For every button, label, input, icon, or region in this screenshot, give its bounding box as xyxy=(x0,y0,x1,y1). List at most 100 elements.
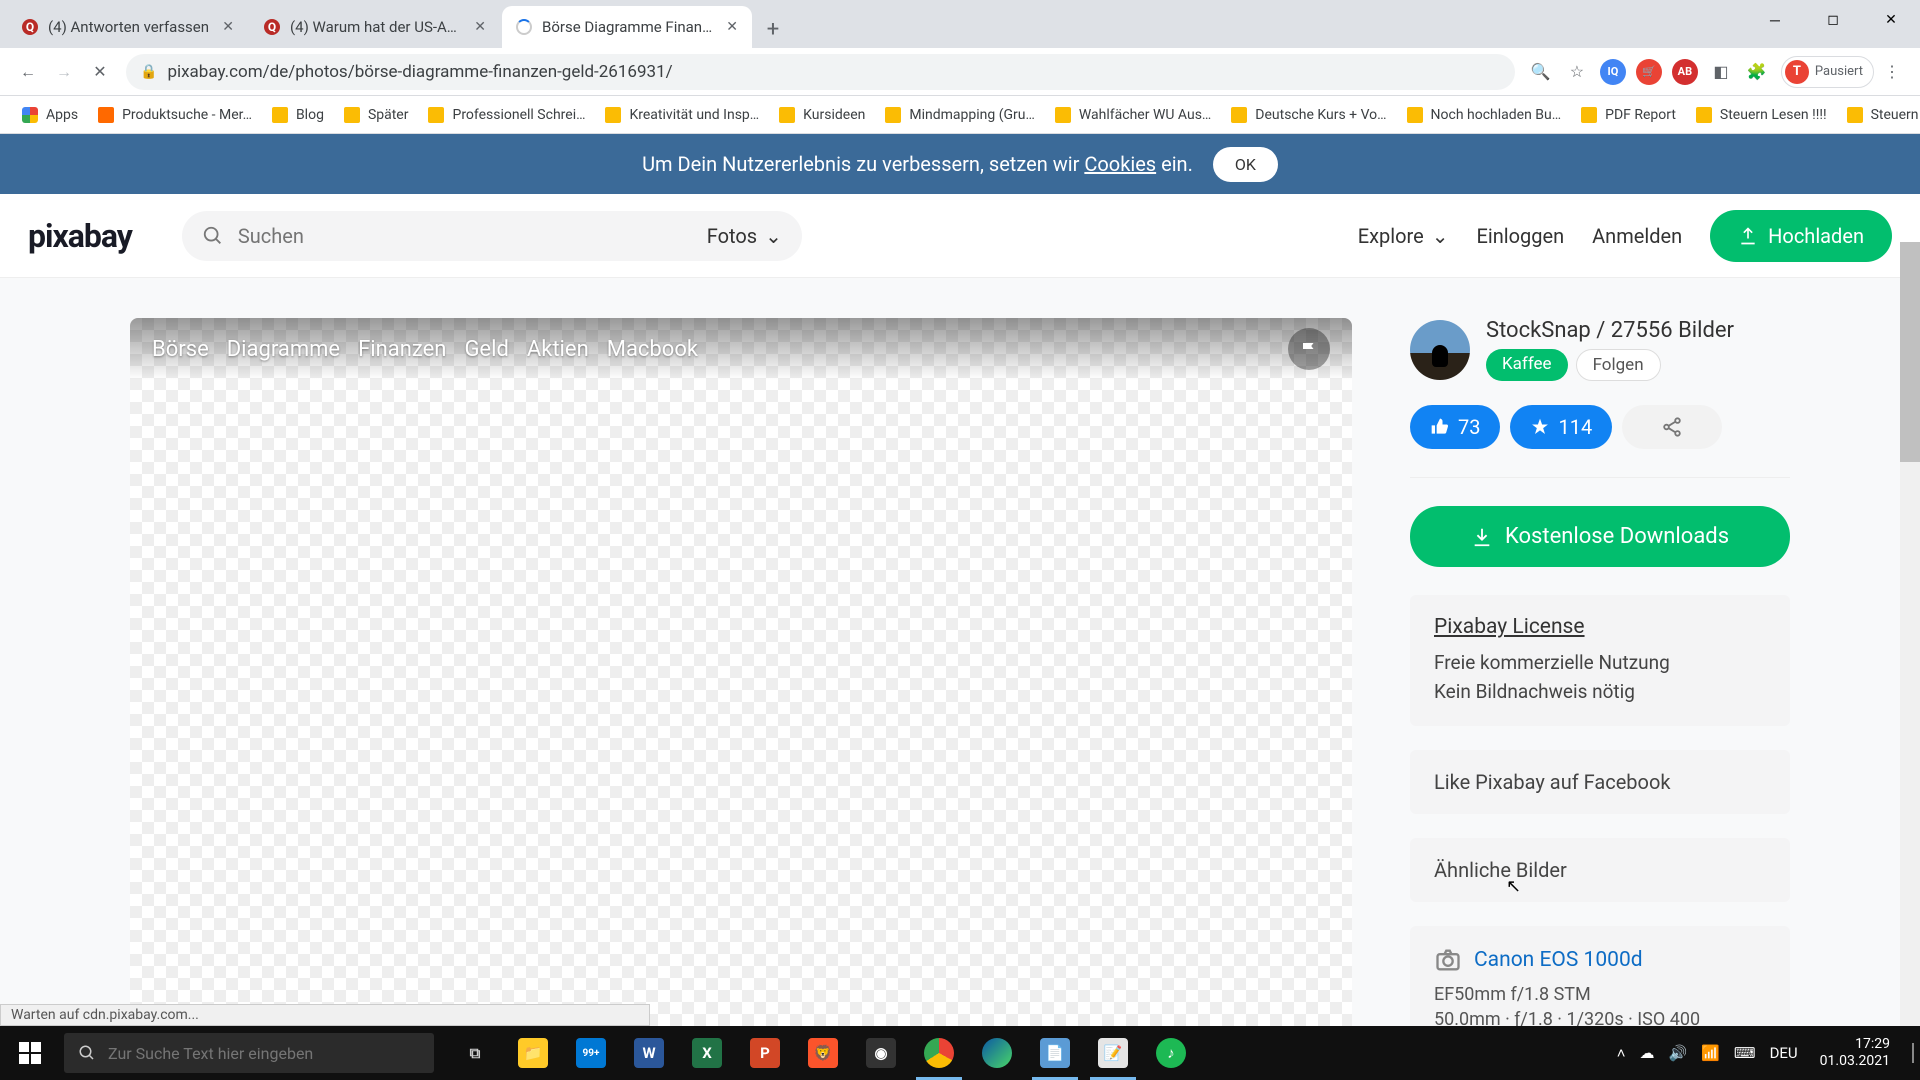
notepad-app[interactable]: 📝 xyxy=(1084,1026,1142,1080)
image-tag[interactable]: Macbook xyxy=(607,337,698,362)
apps-button[interactable]: Apps xyxy=(12,107,88,123)
bookmark-item[interactable]: Blog xyxy=(262,107,334,123)
explore-dropdown[interactable]: Explore⌄ xyxy=(1358,224,1449,248)
forward-button[interactable]: → xyxy=(46,54,82,90)
extensions-puzzle-icon[interactable]: 🧩 xyxy=(1739,54,1775,90)
keyboard-icon[interactable]: ⌨ xyxy=(1734,1044,1756,1062)
search-bar[interactable]: Fotos ⌄ xyxy=(182,211,802,261)
bookmark-item[interactable]: Wahlfächer WU Aus… xyxy=(1045,107,1221,123)
vertical-scrollbar[interactable] xyxy=(1900,242,1920,1026)
url-text: pixabay.com/de/photos/börse-diagramme-fi… xyxy=(167,62,672,82)
license-link[interactable]: Pixabay License xyxy=(1434,615,1766,639)
download-button[interactable]: Kostenlose Downloads xyxy=(1410,506,1790,567)
bookmark-icon xyxy=(98,107,114,123)
upload-button[interactable]: Hochladen xyxy=(1710,210,1892,262)
onedrive-icon[interactable]: ☁ xyxy=(1640,1044,1655,1062)
like-button[interactable]: 73 xyxy=(1410,405,1500,449)
image-tag[interactable]: Geld xyxy=(464,337,508,362)
login-link[interactable]: Einloggen xyxy=(1476,224,1564,248)
extension-generic-icon[interactable]: ◧ xyxy=(1703,54,1739,90)
back-button[interactable]: ← xyxy=(10,54,46,90)
image-tag[interactable]: Finanzen xyxy=(358,337,446,362)
cookie-ok-button[interactable]: OK xyxy=(1213,147,1278,182)
bookmark-item[interactable]: Steuern Videos wic… xyxy=(1837,107,1920,123)
author-name-link[interactable]: StockSnap / 27556 Bilder xyxy=(1486,318,1734,343)
coffee-button[interactable]: Kaffee xyxy=(1486,349,1568,381)
extension-cart-icon[interactable]: 🛒 xyxy=(1631,54,1667,90)
network-icon[interactable]: 📶 xyxy=(1701,1044,1720,1062)
bookmark-item[interactable]: Später xyxy=(334,107,419,123)
pixabay-logo[interactable]: pixabay xyxy=(28,217,132,255)
bookmark-item[interactable]: PDF Report xyxy=(1571,107,1686,123)
window-close-button[interactable]: ✕ xyxy=(1862,0,1920,40)
taskbar-search[interactable] xyxy=(64,1033,434,1073)
word-app[interactable]: W xyxy=(620,1026,678,1080)
extension-abp-icon[interactable]: AB xyxy=(1667,54,1703,90)
chrome-menu-button[interactable]: ⋮ xyxy=(1874,62,1910,81)
favorite-button[interactable]: 114 xyxy=(1510,405,1612,449)
bookmark-icon xyxy=(1581,107,1597,123)
bookmark-item[interactable]: Steuern Lesen !!!! xyxy=(1686,107,1837,123)
scrollbar-thumb[interactable] xyxy=(1900,242,1920,462)
window-minimize-button[interactable]: ─ xyxy=(1746,0,1804,40)
close-icon[interactable]: ✕ xyxy=(474,19,486,35)
bookmark-item[interactable]: Kreativität und Insp… xyxy=(595,107,769,123)
spotify-app[interactable]: ♪ xyxy=(1142,1026,1200,1080)
window-maximize-button[interactable]: ◻ xyxy=(1804,0,1862,40)
task-view-button[interactable]: ⧉ xyxy=(446,1026,504,1080)
new-tab-button[interactable]: + xyxy=(754,10,792,48)
bookmark-item[interactable]: Mindmapping (Gru… xyxy=(875,107,1045,123)
browser-tab-active[interactable]: Börse Diagramme Finanzen - Ko ✕ xyxy=(502,6,752,48)
camera-model-link[interactable]: Canon EOS 1000d xyxy=(1474,948,1643,972)
facebook-like-panel[interactable]: Like Pixabay auf Facebook xyxy=(1410,750,1790,814)
clock[interactable]: 17:29 01.03.2021 xyxy=(1812,1036,1898,1070)
search-input[interactable] xyxy=(238,224,693,248)
notes-app[interactable]: 📄 xyxy=(1026,1026,1084,1080)
close-icon[interactable]: ✕ xyxy=(222,19,234,35)
language-indicator[interactable]: DEU xyxy=(1770,1044,1798,1062)
bookmarks-bar: Apps Produktsuche - Mer… Blog Später Pro… xyxy=(0,96,1920,134)
bookmark-item[interactable]: Professionell Schrei… xyxy=(418,107,595,123)
volume-icon[interactable]: 🔊 xyxy=(1669,1044,1688,1062)
mail-app[interactable]: 99+ xyxy=(562,1026,620,1080)
extension-iq-icon[interactable]: IQ xyxy=(1595,54,1631,90)
bookmark-item[interactable]: Deutsche Kurs + Vo… xyxy=(1221,107,1396,123)
cookies-link[interactable]: Cookies xyxy=(1084,152,1156,176)
tray-overflow-icon[interactable]: ˄ xyxy=(1617,1044,1626,1062)
bookmark-icon xyxy=(1407,107,1423,123)
bookmark-item[interactable]: Produktsuche - Mer… xyxy=(88,107,262,123)
bookmark-item[interactable]: Noch hochladen Bu… xyxy=(1397,107,1572,123)
obs-app[interactable]: ◉ xyxy=(852,1026,910,1080)
similar-images-panel[interactable]: Ähnliche Bilder xyxy=(1410,838,1790,902)
lock-icon: 🔒 xyxy=(140,64,157,80)
browser-tab[interactable]: Q (4) Warum hat der US-Aktienma ✕ xyxy=(250,6,500,48)
search-icon xyxy=(78,1044,96,1062)
excel-app[interactable]: X xyxy=(678,1026,736,1080)
image-tag[interactable]: Aktien xyxy=(527,337,589,362)
address-bar[interactable]: 🔒 pixabay.com/de/photos/börse-diagramme-… xyxy=(126,54,1515,90)
close-icon[interactable]: ✕ xyxy=(726,19,738,35)
bookmark-icon xyxy=(1231,107,1247,123)
browser-tab[interactable]: Q (4) Antworten verfassen ✕ xyxy=(8,6,248,48)
image-tag[interactable]: Börse xyxy=(152,337,209,362)
image-tag[interactable]: Diagramme xyxy=(227,337,340,362)
powerpoint-app[interactable]: P xyxy=(736,1026,794,1080)
taskbar-search-input[interactable] xyxy=(108,1044,420,1063)
follow-button[interactable]: Folgen xyxy=(1576,349,1661,381)
file-explorer-app[interactable]: 📁 xyxy=(504,1026,562,1080)
bookmark-star-icon[interactable]: ☆ xyxy=(1559,54,1595,90)
profile-button[interactable]: T Pausiert xyxy=(1781,56,1874,88)
stop-reload-button[interactable]: ✕ xyxy=(82,54,118,90)
notifications-icon[interactable] xyxy=(1912,1044,1914,1062)
search-category-dropdown[interactable]: Fotos ⌄ xyxy=(707,224,782,248)
chrome-app[interactable] xyxy=(910,1026,968,1080)
report-flag-button[interactable] xyxy=(1288,328,1330,370)
author-avatar[interactable] xyxy=(1410,320,1470,380)
signup-link[interactable]: Anmelden xyxy=(1592,224,1682,248)
edge-app[interactable] xyxy=(968,1026,1026,1080)
zoom-icon[interactable]: 🔍 xyxy=(1523,54,1559,90)
brave-app[interactable]: 🦁 xyxy=(794,1026,852,1080)
share-button[interactable] xyxy=(1622,405,1722,449)
start-button[interactable] xyxy=(0,1026,60,1080)
bookmark-item[interactable]: Kursideen xyxy=(769,107,875,123)
